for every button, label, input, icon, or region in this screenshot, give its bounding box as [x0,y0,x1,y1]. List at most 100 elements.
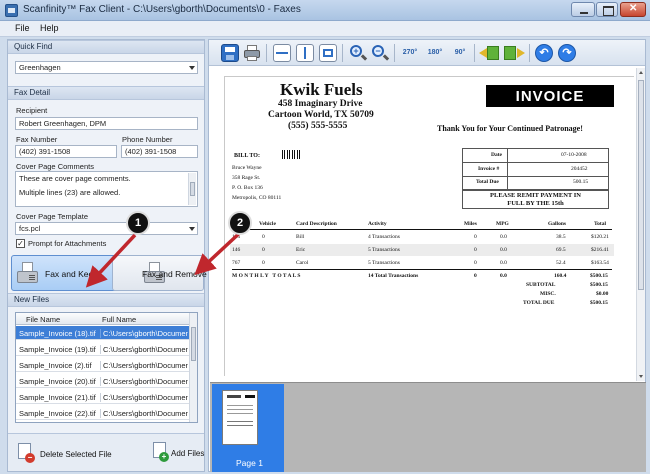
fit-height-icon[interactable] [319,44,337,62]
close-button[interactable] [620,2,646,17]
fax-number-input[interactable]: (402) 391-1508 [15,145,117,158]
rotate-180-icon[interactable]: 180° [424,44,446,62]
zoom-in-icon[interactable]: + [349,44,368,62]
remit-line-2: FULL BY THE 15th [507,200,564,207]
file-row[interactable]: Sample_Invoice (2).tif C:\Users\gborth\Do… [16,358,190,372]
fax-and-keep-button[interactable]: Fax and Keep [11,255,118,291]
column-full-name[interactable]: Full Name [102,315,136,324]
template-combo[interactable]: fcs.pcl [15,222,198,235]
thumbnail-image [222,390,258,445]
col-miles: Miles [464,221,477,227]
phone-number-input[interactable]: (402) 391-1508 [121,145,198,158]
undo-icon[interactable]: ↶ [535,44,553,62]
add-files-button[interactable]: + Add Files [148,438,204,468]
thumbnail-strip: Page 1 [210,382,646,472]
bill-line: P. O. Box 136 [232,185,263,191]
summary-value: $0.00 [596,291,609,297]
fit-page-icon[interactable] [296,44,314,62]
file-name-cell: Sample_Invoice (19).tif [19,345,96,354]
zoom-out-icon[interactable]: − [371,44,390,62]
recipient-label: Recipient [16,106,48,115]
app-icon [5,4,18,17]
row-id: 767 [232,260,241,266]
callout-badge-1: 1 [126,211,150,235]
invoice-thanks: Thank You for Your Continued Patronage! [437,124,583,133]
print-icon[interactable] [243,44,261,62]
row-card: Carol [296,260,309,266]
monthly-mpg: 0.0 [500,273,507,279]
add-icon: + [159,452,169,462]
save-icon[interactable] [221,44,239,62]
file-row[interactable]: Sample_Invoice (22).tif C:\Users\gborth\D… [16,406,190,420]
scroll-up-icon[interactable] [639,71,643,74]
row-miles: 0 [474,234,477,240]
row-mpg: 0.0 [500,247,507,253]
file-row[interactable]: Sample_Invoice (21).tif C:\Users\gborth\D… [16,390,190,404]
menu-bar: File Help [0,21,650,37]
bill-line: 358 Rage St. [232,175,261,181]
row-total: $216.41 [591,247,609,253]
scroll-thumb[interactable] [191,327,196,361]
row-gallons: 38.5 [556,234,566,240]
table-rule [232,269,612,270]
quick-find-combo[interactable]: Greenhagen [15,61,198,74]
grid-scrollbar[interactable] [189,313,197,422]
fit-width-icon[interactable] [273,44,291,62]
scroll-down-icon[interactable] [639,375,643,378]
rotate-90-icon[interactable]: 90° [449,44,471,62]
file-row[interactable]: Sample_Invoice (20).tif C:\Users\gborth\D… [16,374,190,388]
summary-key: TOTAL DUE [523,300,555,306]
bill-line: Bruce Wayne [232,165,262,171]
monthly-activity: 14 Total Transactions [368,273,419,279]
delete-selected-file-button[interactable]: − Delete Selected File [12,438,112,468]
summary-value: $500.15 [590,282,608,288]
summary-key: MISC. [540,291,556,297]
redo-icon[interactable]: ↷ [558,44,576,62]
prompt-label: Prompt for Attachments [28,239,107,248]
next-page-icon[interactable] [503,44,525,62]
prompt-checkbox[interactable]: ✓ [16,239,25,248]
left-panel: Quick Find Greenhagen Fax Detail Recipie… [7,39,207,472]
bill-to-label: BILL TO: [234,153,260,159]
col-total: Total [594,221,607,227]
full-name-cell: C:\Users\gborth\Documen [100,345,188,354]
invoice-banner-text: INVOICE [515,88,585,105]
invoice-company: Kwik Fuels [280,80,363,99]
row-vehicle: 0 [262,247,265,253]
chevron-down-icon[interactable] [189,66,195,70]
table-row: 767 0 Carol 5 Transactions 0 0.0 52.4 $1… [230,257,614,269]
previous-page-icon[interactable] [479,44,501,62]
monthly-gallons: 160.4 [554,273,567,279]
file-row[interactable]: Sample_Invoice (18).tif C:\Users\gborth\D… [16,326,190,340]
toolbar-separator [529,44,530,62]
page-thumbnail[interactable]: Page 1 [212,384,284,472]
scroll-thumb[interactable] [638,80,644,290]
full-name-cell: C:\Users\gborth\Documen [100,409,188,418]
column-file-name[interactable]: File Name [26,315,60,324]
recipient-input[interactable]: Robert Greenhagen, DPM [15,117,198,130]
col-card: Card Description [296,221,337,227]
menu-file[interactable]: File [15,23,30,33]
col-mpg: MPG [496,221,509,227]
fax-and-remove-button[interactable]: Fax and Remove [112,255,207,291]
scroll-thumb[interactable] [190,182,195,196]
invoice-phone: (555) 555-5555 [288,121,348,131]
row-miles: 0 [474,247,477,253]
comments-scrollbar[interactable] [188,173,196,205]
rotate-270-icon[interactable]: 270° [399,44,421,62]
menu-help[interactable]: Help [40,23,59,33]
new-files-header: New Files [8,293,204,307]
grid-header: File Name Full Name [16,313,190,325]
chevron-down-icon[interactable] [189,227,195,231]
title-bar: Scanfinity™ Fax Client - C:\Users\gborth… [0,0,650,21]
maximize-button[interactable] [596,2,618,17]
meta-key: Total Due [476,179,499,185]
file-row[interactable]: Sample_Invoice (19).tif C:\Users\gborth\D… [16,342,190,356]
file-name-cell: Sample_Invoice (2).tif [19,361,92,370]
full-name-cell: C:\Users\gborth\Documen [100,361,188,370]
template-value: fcs.pcl [19,224,41,233]
minimize-button[interactable] [571,2,595,17]
page-border [224,76,634,376]
comments-textarea[interactable]: These are cover page comments. Multiple … [15,171,198,207]
document-scrollbar[interactable] [636,68,645,381]
